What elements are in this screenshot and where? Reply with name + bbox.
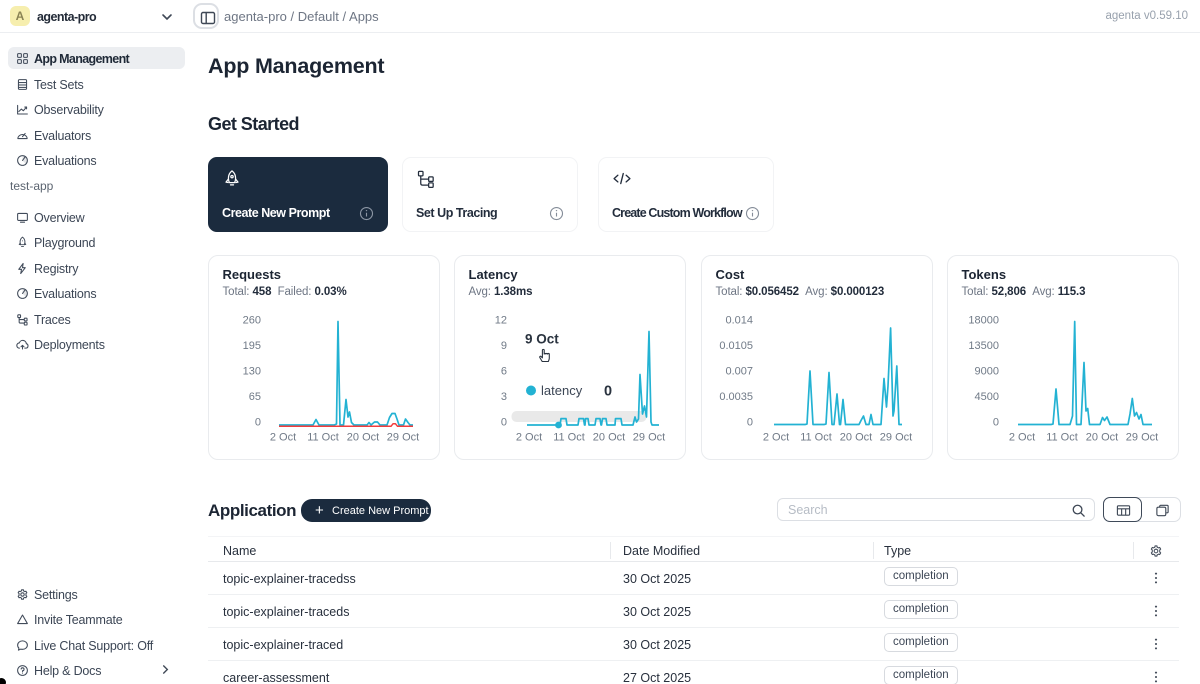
- svg-text:0.014: 0.014: [725, 315, 753, 327]
- svg-text:13500: 13500: [968, 340, 999, 352]
- svg-text:20 Oct: 20 Oct: [840, 432, 872, 444]
- svg-text:29 Oct: 29 Oct: [633, 432, 665, 444]
- svg-text:29 Oct: 29 Oct: [880, 432, 912, 444]
- svg-text:11 Oct: 11 Oct: [553, 432, 585, 444]
- svg-text:0.0035: 0.0035: [719, 391, 753, 403]
- svg-text:2 Oct: 2 Oct: [1009, 432, 1035, 444]
- svg-text:11 Oct: 11 Oct: [1046, 432, 1078, 444]
- svg-text:2 Oct: 2 Oct: [270, 432, 296, 444]
- svg-text:0: 0: [993, 417, 999, 429]
- svg-text:6: 6: [501, 366, 507, 378]
- svg-text:0: 0: [604, 384, 612, 400]
- svg-text:9 Oct: 9 Oct: [525, 332, 559, 347]
- svg-text:29 Oct: 29 Oct: [387, 432, 419, 444]
- svg-text:195: 195: [243, 340, 261, 352]
- svg-text:latency: latency: [541, 383, 583, 398]
- svg-text:0.007: 0.007: [725, 366, 753, 378]
- svg-text:9: 9: [501, 340, 507, 352]
- svg-text:0: 0: [747, 417, 753, 429]
- svg-text:20 Oct: 20 Oct: [593, 432, 625, 444]
- svg-text:29 Oct: 29 Oct: [1126, 432, 1158, 444]
- svg-text:3: 3: [501, 391, 507, 403]
- svg-text:11 Oct: 11 Oct: [800, 432, 832, 444]
- svg-text:4500: 4500: [975, 391, 999, 403]
- svg-text:18000: 18000: [968, 315, 999, 327]
- svg-text:20 Oct: 20 Oct: [347, 432, 379, 444]
- svg-text:2 Oct: 2 Oct: [763, 432, 789, 444]
- svg-text:130: 130: [243, 366, 261, 378]
- svg-text:12: 12: [495, 315, 507, 327]
- svg-text:0: 0: [255, 417, 261, 429]
- svg-text:260: 260: [243, 315, 261, 327]
- svg-text:9000: 9000: [975, 366, 999, 378]
- svg-text:2 Oct: 2 Oct: [516, 432, 542, 444]
- svg-text:0.0105: 0.0105: [719, 340, 753, 352]
- svg-text:65: 65: [249, 391, 261, 403]
- svg-text:20 Oct: 20 Oct: [1086, 432, 1118, 444]
- svg-text:11 Oct: 11 Oct: [307, 432, 339, 444]
- svg-text:0: 0: [501, 417, 507, 429]
